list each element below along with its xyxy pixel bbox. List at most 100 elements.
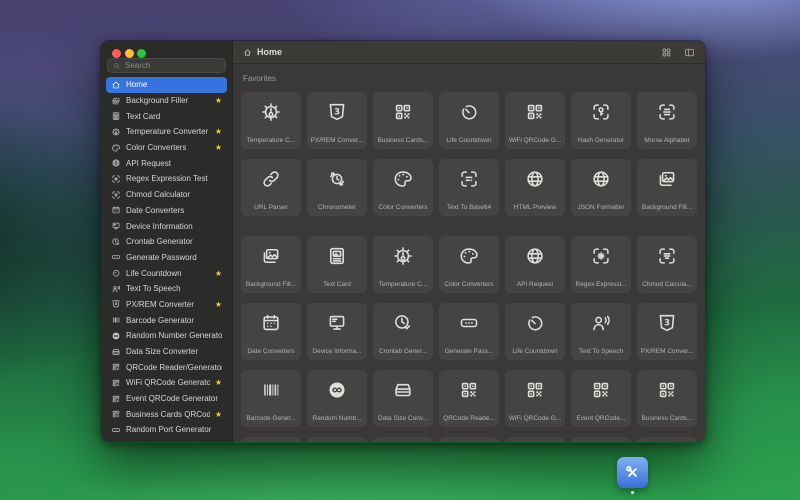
sidebar-item-random-number-generator[interactable]: Random Number Generator bbox=[106, 328, 227, 344]
qrcode-icon bbox=[392, 101, 414, 123]
sidebar-item-color-converters[interactable]: Color Converters★ bbox=[106, 140, 227, 156]
qrcode-icon bbox=[524, 101, 546, 123]
favorite-star-icon: ★ bbox=[215, 378, 222, 387]
sidebar-item-crontab-generator[interactable]: Crontab Generator bbox=[106, 234, 227, 250]
tool-tile-temperature-c[interactable]: Temperature C... bbox=[241, 92, 301, 149]
css3-icon: 3 bbox=[326, 101, 348, 123]
sidebar-item-api-request[interactable]: API Request bbox=[106, 155, 227, 171]
tool-tile-event-qrcode[interactable]: Event QRCode... bbox=[571, 370, 631, 427]
tool-tile-random-numb[interactable]: Random Numb... bbox=[307, 370, 367, 427]
tool-tile-life-countdown[interactable]: Life Countdown bbox=[439, 92, 499, 149]
text-card-icon bbox=[111, 111, 121, 121]
tool-tile-url-parser[interactable]: URL Parser bbox=[241, 159, 301, 216]
sidebar-item-label: Barcode Generator bbox=[126, 316, 194, 325]
tool-tile-color-converters[interactable]: Color Converters bbox=[439, 236, 499, 293]
tool-tile-temperature-c[interactable]: Temperature C... bbox=[373, 236, 433, 293]
sidebar-item-device-information[interactable]: Device Information bbox=[106, 218, 227, 234]
tool-tile-crontab-gener[interactable]: Crontab Gener... bbox=[373, 303, 433, 360]
sidebar-item-background-filler[interactable]: Background Filler★ bbox=[106, 93, 227, 109]
tool-tile-partial[interactable] bbox=[505, 437, 565, 442]
tool-tile-label: Regex Expressi... bbox=[576, 281, 627, 288]
sidebar-item-rsa-key-generator[interactable]: RSA Key Generator bbox=[106, 438, 227, 442]
sidebar-item-data-size-converter[interactable]: Data Size Converter bbox=[106, 344, 227, 360]
dock-devtoys-icon[interactable] bbox=[617, 457, 648, 488]
tool-tile-html-preview[interactable]: HTML Preview bbox=[505, 159, 565, 216]
sidebar-item-barcode-generator[interactable]: Barcode Generator bbox=[106, 312, 227, 328]
toggle-sidebar-button[interactable] bbox=[684, 47, 695, 58]
regex-icon bbox=[590, 245, 612, 267]
tool-tile-wifi-qrcode-g[interactable]: WiFi QRCode G... bbox=[505, 92, 565, 149]
tool-tile-partial[interactable] bbox=[571, 437, 631, 442]
sidebar-item-generate-password[interactable]: Generate Password bbox=[106, 250, 227, 266]
sidebar-item-event-qrcode-generator[interactable]: Event QRCode Generator bbox=[106, 391, 227, 407]
sidebar-item-text-card[interactable]: Text Card bbox=[106, 108, 227, 124]
tool-tile-data-size-conv[interactable]: Data Size Conv... bbox=[373, 370, 433, 427]
main-header: Home bbox=[233, 41, 705, 64]
palette-icon bbox=[111, 143, 121, 153]
tool-tile-color-converters[interactable]: Color Converters bbox=[373, 159, 433, 216]
tool-tile-text-to-speech[interactable]: Text To Speech bbox=[571, 303, 631, 360]
sidebar-item-label: Regex Expression Test bbox=[126, 174, 208, 183]
search-box[interactable] bbox=[107, 58, 226, 73]
tool-tile-partial[interactable] bbox=[637, 437, 697, 442]
tool-tile-qrcode-reade[interactable]: QRCode Reade... bbox=[439, 370, 499, 427]
tool-tile-morse-alphabet[interactable]: Morse Alphabet bbox=[637, 92, 697, 149]
all-tools-grid: Background Fill...Text CardTemperature C… bbox=[241, 236, 697, 427]
sidebar-item-home[interactable]: Home bbox=[106, 77, 227, 93]
sidebar-item-regex-expression-test[interactable]: Regex Expression Test bbox=[106, 171, 227, 187]
page-title: Home bbox=[257, 47, 282, 57]
content-area: Favorites Temperature C...3PX/REM Conver… bbox=[233, 64, 705, 442]
sidebar-item-px-rem-converter[interactable]: 3PX/REM Converter★ bbox=[106, 297, 227, 313]
tool-tile-px-rem-conver[interactable]: 3PX/REM Conver... bbox=[637, 303, 697, 360]
qrcode-icon bbox=[458, 379, 480, 401]
minimize-button[interactable] bbox=[125, 49, 134, 58]
sidebar-item-text-to-speech[interactable]: Text To Speech bbox=[106, 281, 227, 297]
zoom-button[interactable] bbox=[137, 49, 146, 58]
tool-tile-json-formatter[interactable]: JSON Formatter bbox=[571, 159, 631, 216]
tool-tile-wifi-qrcode-g[interactable]: WiFi QRCode G... bbox=[505, 370, 565, 427]
search-icon bbox=[113, 62, 121, 70]
sidebar-item-chmod-calculator[interactable]: Chmod Calculator bbox=[106, 187, 227, 203]
tool-tile-barcode-gener[interactable]: Barcode Gener... bbox=[241, 370, 301, 427]
tool-tile-business-cards[interactable]: Business Cards... bbox=[373, 92, 433, 149]
tool-tile-label: QRCode Reade... bbox=[443, 415, 495, 422]
search-input[interactable] bbox=[125, 61, 220, 70]
tool-tile-partial[interactable] bbox=[373, 437, 433, 442]
tool-tile-date-converters[interactable]: Date Converters bbox=[241, 303, 301, 360]
sidebar-item-qrcode-reader-generator[interactable]: QRCode Reader/Generator bbox=[106, 359, 227, 375]
sidebar-item-label: API Request bbox=[126, 159, 171, 168]
sidebar-item-random-port-generator[interactable]: Random Port Generator bbox=[106, 422, 227, 438]
tool-tile-chronometer[interactable]: Chronometer bbox=[307, 159, 367, 216]
sidebar-item-label: Home bbox=[126, 80, 147, 89]
tool-tile-background-fill[interactable]: Background Fill... bbox=[637, 159, 697, 216]
sidebar-item-temperature-converter[interactable]: Temperature Converter★ bbox=[106, 124, 227, 140]
sidebar-item-label: Text To Speech bbox=[126, 284, 181, 293]
tool-tile-partial[interactable] bbox=[307, 437, 367, 442]
sidebar-item-life-countdown[interactable]: Life Countdown★ bbox=[106, 265, 227, 281]
tool-tile-background-fill[interactable]: Background Fill... bbox=[241, 236, 301, 293]
tool-tile-label: Temperature C... bbox=[247, 137, 295, 144]
sidebar-item-wifi-qrcode-generator[interactable]: WiFi QRCode Generator★ bbox=[106, 375, 227, 391]
tool-tile-text-card[interactable]: Text Card bbox=[307, 236, 367, 293]
tool-tile-generate-pass[interactable]: Generate Pass... bbox=[439, 303, 499, 360]
tool-tile-partial[interactable] bbox=[241, 437, 301, 442]
tool-tile-label: Business Cards... bbox=[378, 137, 429, 144]
tool-tile-chmod-calcula[interactable]: Chmod Calcula... bbox=[637, 236, 697, 293]
tool-tile-api-request[interactable]: API Request bbox=[505, 236, 565, 293]
tool-tile-life-countdown[interactable]: Life Countdown bbox=[505, 303, 565, 360]
tool-tile-business-cards[interactable]: Business Cards... bbox=[637, 370, 697, 427]
sidebar-item-business-cards-qrcode[interactable]: Business Cards QRCode...★ bbox=[106, 406, 227, 422]
close-button[interactable] bbox=[112, 49, 121, 58]
tool-tile-partial[interactable] bbox=[439, 437, 499, 442]
thermometer-icon bbox=[392, 245, 414, 267]
grid-view-button[interactable] bbox=[661, 47, 672, 58]
tool-tile-hash-generator[interactable]: Hash Generator bbox=[571, 92, 631, 149]
tool-tile-text-to-base64[interactable]: Text To Base64 bbox=[439, 159, 499, 216]
tool-tile-px-rem-conver[interactable]: 3PX/REM Conver... bbox=[307, 92, 367, 149]
tool-tile-device-informa[interactable]: Device Informa... bbox=[307, 303, 367, 360]
sidebar-item-date-converters[interactable]: Date Converters bbox=[106, 203, 227, 219]
tool-tile-regex-expressi[interactable]: Regex Expressi... bbox=[571, 236, 631, 293]
qrcode-icon bbox=[111, 394, 121, 404]
sidebar-item-label: Text Card bbox=[126, 112, 160, 121]
sidebar-item-label: Color Converters bbox=[126, 143, 186, 152]
